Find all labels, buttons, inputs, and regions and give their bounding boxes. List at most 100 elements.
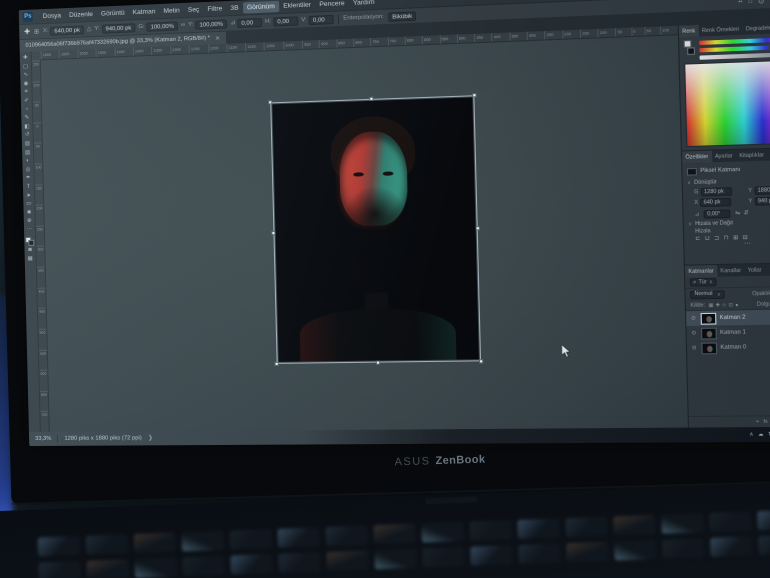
angle-value[interactable]: 0,00° bbox=[703, 208, 731, 219]
layer-name[interactable]: Katman 2 bbox=[720, 314, 746, 321]
panel-tab[interactable]: Ayarlar bbox=[712, 150, 737, 162]
property-value[interactable]: 1280 pk bbox=[700, 187, 733, 197]
tool-button[interactable]: T bbox=[27, 183, 31, 192]
flip-icon[interactable]: ⇋ bbox=[735, 210, 740, 216]
lock-icon[interactable]: ⊡ bbox=[729, 301, 733, 307]
field-value[interactable]: 0,00 bbox=[273, 15, 299, 27]
panel-tab[interactable]: Yollar bbox=[744, 264, 765, 276]
menu-item[interactable]: Yardım bbox=[349, 0, 379, 9]
lock-icon[interactable]: ∎ bbox=[735, 301, 738, 307]
tool-button[interactable]: ⊕ bbox=[27, 217, 32, 226]
layer-row[interactable]: ⊙ Katman 0 bbox=[687, 339, 770, 356]
transform-field[interactable]: X: 640,00 pk bbox=[43, 24, 84, 36]
layer-row[interactable]: ⊙ Katman 1 bbox=[686, 324, 770, 341]
menu-item[interactable]: Görünüm bbox=[242, 0, 280, 14]
field-value[interactable]: 640,00 pk bbox=[50, 24, 84, 36]
panel-tab[interactable]: Kanallar bbox=[717, 264, 745, 276]
blend-mode-select[interactable]: Normal ∨ bbox=[689, 289, 726, 299]
interpolation-select[interactable]: Bikübik bbox=[388, 10, 417, 22]
color-spectrum-picker[interactable] bbox=[684, 59, 770, 148]
transform-field[interactable]: △ bbox=[87, 26, 92, 32]
tool-button[interactable]: ✐ bbox=[24, 97, 29, 106]
layer-name[interactable]: Katman 0 bbox=[720, 344, 746, 351]
menu-item[interactable]: 3B bbox=[226, 2, 243, 14]
tray-icon[interactable]: ∧ bbox=[749, 431, 753, 437]
layers-action-icon[interactable]: fx bbox=[763, 419, 767, 424]
panel-tab[interactable]: Özellikler bbox=[681, 150, 712, 164]
transform-field[interactable]: H: 0,00 bbox=[265, 15, 299, 27]
chevron-down-icon[interactable]: ∨ bbox=[687, 179, 691, 185]
transform-field[interactable]: V: 0,00 bbox=[301, 14, 334, 25]
field-value[interactable]: 100,00% bbox=[146, 20, 179, 32]
reference-point-icon[interactable]: ⊞ bbox=[34, 28, 39, 35]
transform-field[interactable]: Y: 940,00 pk bbox=[94, 22, 136, 34]
align-button[interactable]: ⊓ bbox=[724, 235, 729, 241]
background-color-swatch[interactable] bbox=[687, 47, 696, 55]
transform-field[interactable]: Y: 100,00% bbox=[188, 18, 228, 30]
tool-button[interactable]: ▨ bbox=[25, 140, 30, 149]
layers-action-icon[interactable]: ⌁ bbox=[756, 419, 759, 424]
tool-button[interactable]: ◐ bbox=[26, 157, 30, 166]
panel-tab[interactable]: Renk bbox=[678, 24, 699, 38]
zoom-level[interactable]: 33,3% bbox=[35, 436, 51, 442]
chevron-down-icon[interactable]: ∨ bbox=[688, 221, 692, 227]
property-field[interactable]: G 1280 pk bbox=[694, 187, 744, 197]
brightness-slider[interactable] bbox=[699, 51, 770, 60]
transform-field[interactable]: ∞ bbox=[181, 22, 185, 28]
flip-icon[interactable]: ⇵ bbox=[743, 210, 748, 217]
property-value[interactable]: 1880 pk bbox=[754, 185, 770, 196]
panel-tab[interactable]: Degradeler bbox=[742, 22, 770, 35]
lock-icon[interactable]: ✚ bbox=[716, 302, 720, 308]
menu-item[interactable]: Metin bbox=[159, 4, 184, 16]
tool-button[interactable]: ↺ bbox=[25, 131, 30, 140]
transform-handle[interactable] bbox=[271, 231, 276, 236]
tool-button[interactable]: ➤ bbox=[26, 191, 31, 200]
menu-item[interactable]: Pencere bbox=[315, 0, 349, 10]
layer-visibility-icon[interactable]: ⊙ bbox=[690, 315, 698, 321]
transform-handle[interactable] bbox=[268, 100, 273, 105]
menu-item[interactable]: Filtre bbox=[203, 3, 226, 15]
saturation-slider[interactable] bbox=[699, 44, 770, 53]
panel-tab[interactable]: Kitaplıklar bbox=[736, 149, 768, 162]
align-button[interactable]: ⊏ bbox=[695, 236, 700, 242]
field-value[interactable]: 0,00 bbox=[237, 17, 263, 28]
toolbar-extra-icon[interactable]: ▦ bbox=[28, 255, 33, 264]
property-value[interactable]: 940 pk bbox=[754, 196, 770, 206]
tool-button[interactable]: ✚ bbox=[23, 54, 28, 63]
foreground-background-swatches[interactable] bbox=[25, 237, 35, 247]
layer-visibility-icon[interactable]: ⊙ bbox=[690, 345, 698, 351]
tray-icon[interactable]: ☁ bbox=[758, 431, 764, 437]
tool-button[interactable]: ✎ bbox=[24, 114, 29, 123]
transform-field[interactable]: ⊿ 0,00 bbox=[230, 17, 263, 28]
menu-item[interactable]: Eklentiler bbox=[279, 0, 315, 12]
tool-button[interactable]: ✒ bbox=[26, 174, 31, 183]
panel-tab[interactable]: Katmanlar bbox=[684, 265, 718, 278]
options-aux-icon[interactable]: ⌂ bbox=[748, 0, 753, 6]
menu-item[interactable]: Seç bbox=[184, 4, 204, 16]
tool-button[interactable]: ✱ bbox=[27, 208, 32, 217]
status-chevron-icon[interactable]: ❯ bbox=[148, 435, 153, 441]
menu-item[interactable]: Düzenle bbox=[65, 8, 97, 20]
layer-visibility-icon[interactable]: ⊙ bbox=[690, 330, 698, 336]
close-tab-icon[interactable]: ✕ bbox=[215, 34, 220, 41]
field-value[interactable]: 0,00 bbox=[308, 14, 334, 25]
canvas[interactable] bbox=[40, 35, 688, 432]
layer-filter-select[interactable]: ⌕ Tür ∨ bbox=[689, 277, 717, 287]
field-value[interactable]: 940,00 pk bbox=[101, 22, 136, 34]
align-button[interactable]: ⊔ bbox=[705, 235, 710, 241]
transform-handle[interactable] bbox=[375, 360, 381, 365]
menu-item[interactable]: Katman bbox=[129, 6, 160, 18]
field-value[interactable]: 100,00% bbox=[195, 18, 228, 30]
layer-row[interactable]: ⊙ Katman 2 bbox=[686, 309, 770, 326]
tool-button[interactable]: ⋯ bbox=[27, 226, 33, 235]
menu-item[interactable]: Görüntü bbox=[97, 7, 129, 19]
align-button[interactable]: ⊐ bbox=[714, 235, 719, 241]
tool-button[interactable]: ◉ bbox=[23, 80, 29, 89]
toolbar-extra-icon[interactable]: ◙ bbox=[28, 246, 32, 255]
property-value[interactable]: 640 pk bbox=[700, 197, 732, 208]
lock-icon[interactable]: ⊹ bbox=[722, 301, 726, 307]
menu-item[interactable]: Dosya bbox=[39, 10, 66, 22]
hue-slider[interactable] bbox=[699, 36, 770, 46]
tool-button[interactable]: ◧ bbox=[24, 123, 29, 132]
tool-button[interactable]: ∿ bbox=[23, 71, 28, 80]
